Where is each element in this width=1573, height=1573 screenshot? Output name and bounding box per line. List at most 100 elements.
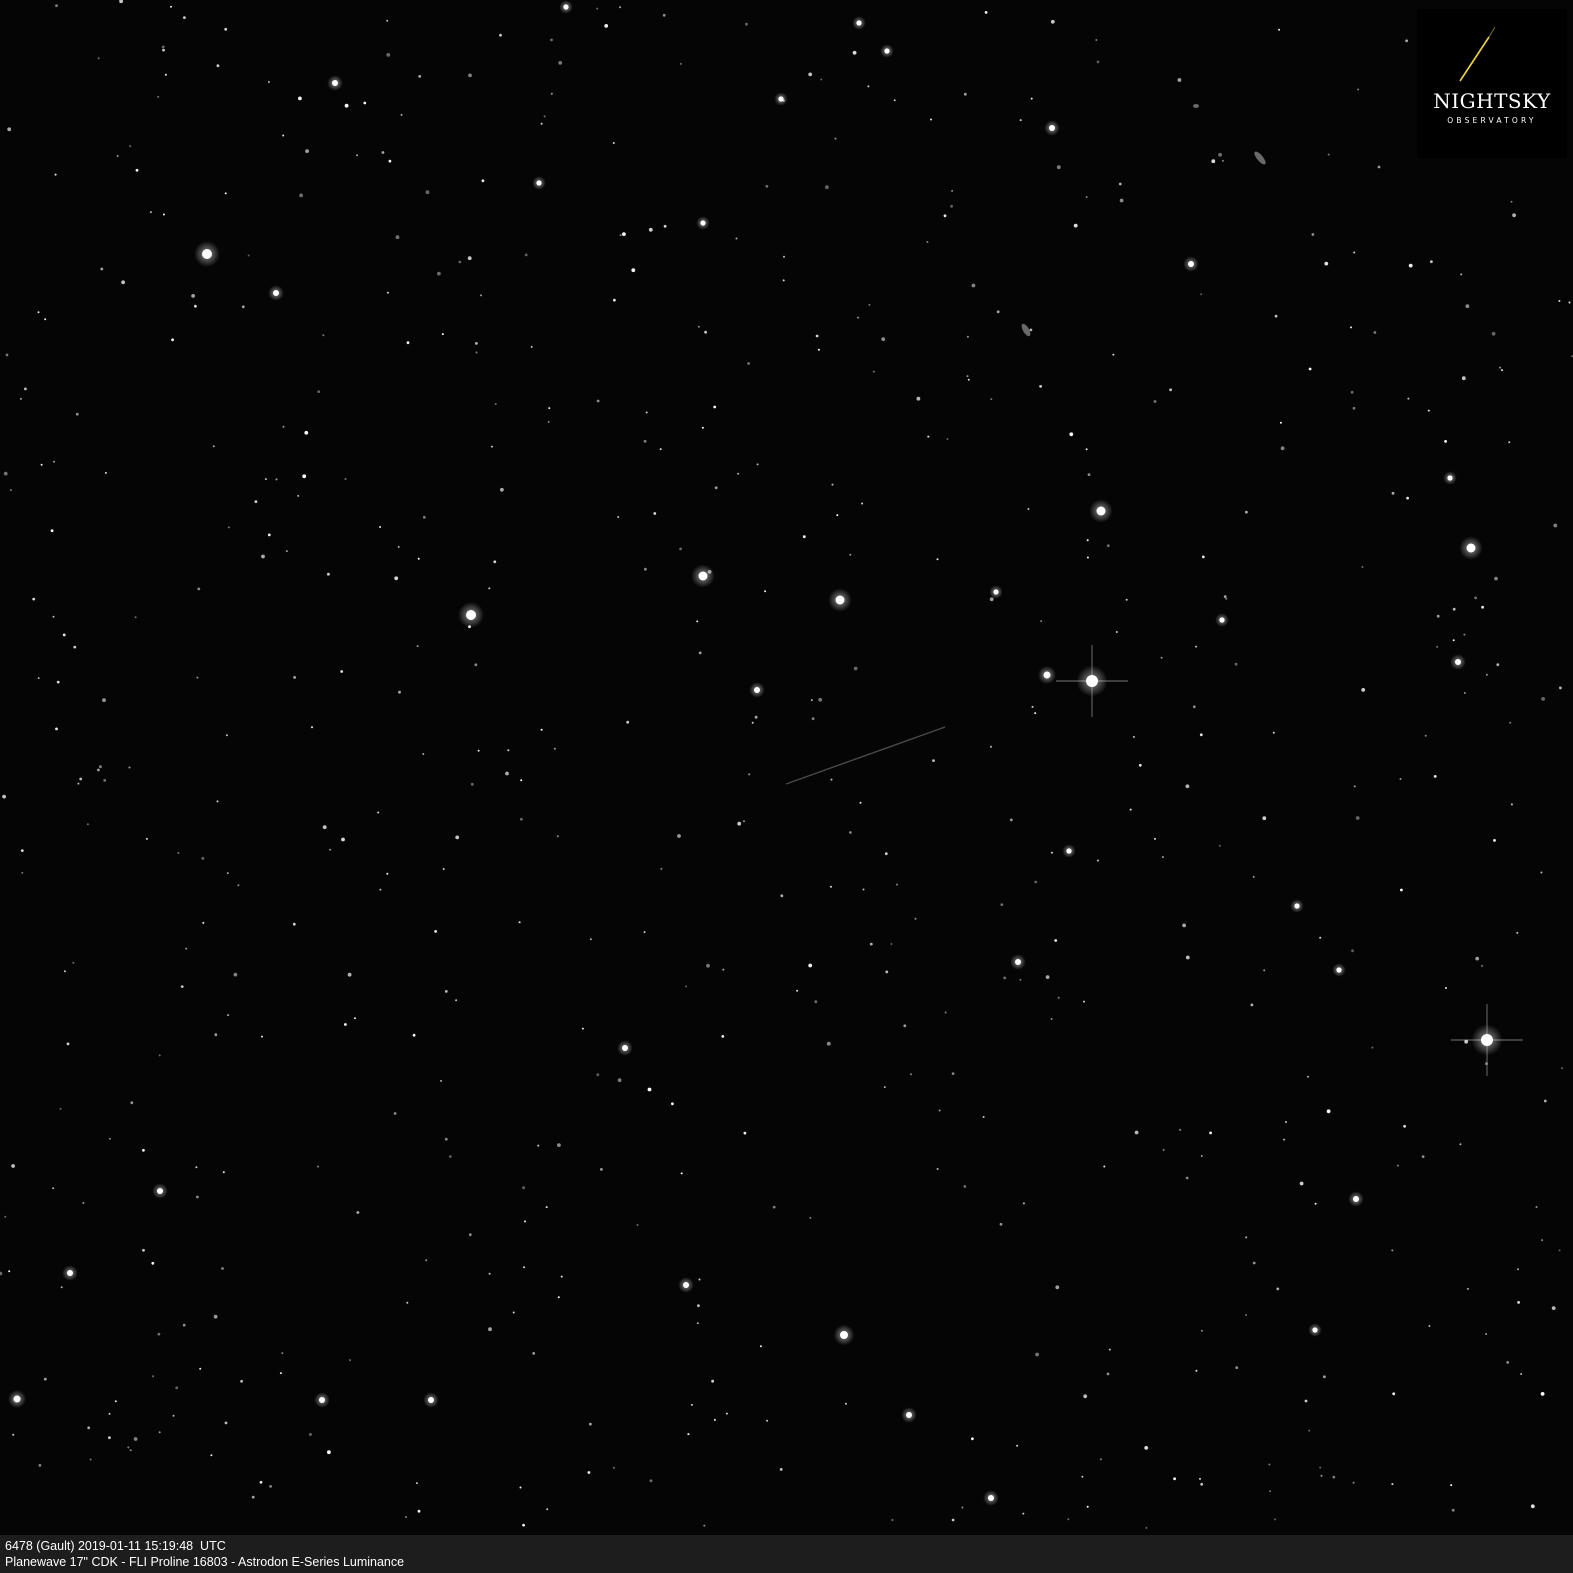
faint-star <box>417 557 420 560</box>
faint-star <box>519 1486 522 1489</box>
faint-star <box>130 1101 134 1105</box>
faint-star <box>282 425 285 428</box>
faint-star <box>1162 1148 1165 1151</box>
faint-star <box>600 1168 603 1171</box>
faint-star <box>1050 19 1055 24</box>
faint-star <box>679 547 682 551</box>
faint-star <box>297 494 300 497</box>
faint-star <box>261 1035 263 1038</box>
faint-star <box>1396 1164 1399 1167</box>
faint-star <box>356 154 359 157</box>
faint-star <box>354 1017 356 1020</box>
faint-star <box>488 587 491 590</box>
faint-star <box>648 227 653 232</box>
faint-star <box>386 872 389 875</box>
faint-star <box>1086 556 1089 559</box>
faint-star <box>782 279 785 282</box>
faint-star <box>388 159 392 163</box>
faint-star <box>1087 473 1091 476</box>
faint-star <box>1245 1236 1248 1239</box>
faint-star <box>1355 816 1360 820</box>
bright-star <box>678 1277 694 1293</box>
faint-star <box>1463 692 1466 694</box>
faint-star <box>151 1261 155 1265</box>
faint-star <box>458 260 462 264</box>
faint-star <box>714 486 718 490</box>
faint-star <box>946 438 949 440</box>
faint-star <box>422 515 426 519</box>
faint-star <box>1353 785 1356 788</box>
faint-star <box>697 1304 700 1308</box>
faint-star <box>930 118 932 121</box>
faint-star <box>1269 1490 1272 1493</box>
faint-star <box>468 1233 472 1237</box>
faint-star <box>617 1078 622 1083</box>
faint-star <box>881 337 886 341</box>
faint-star <box>971 283 976 288</box>
faint-star <box>129 1449 132 1452</box>
bright-star <box>1348 1191 1364 1207</box>
faint-star <box>1516 931 1519 934</box>
faint-star <box>480 294 482 297</box>
faint-star <box>537 1144 540 1147</box>
faint-star <box>108 1436 111 1440</box>
faint-star <box>52 615 55 618</box>
faint-star <box>1466 1287 1469 1290</box>
faint-star <box>1218 844 1221 847</box>
faint-star <box>1086 1505 1089 1508</box>
faint-star <box>951 1072 955 1075</box>
faint-star <box>520 817 523 821</box>
faint-star <box>149 211 152 214</box>
faint-star <box>896 883 898 886</box>
faint-star <box>1400 888 1403 892</box>
faint-star <box>1185 1176 1189 1180</box>
faint-star <box>1274 1518 1277 1521</box>
faint-star <box>1391 1483 1394 1486</box>
faint-star <box>103 779 107 782</box>
faint-star <box>1279 421 1282 424</box>
faint-star <box>636 1224 639 1226</box>
faint-star <box>4 1215 7 1218</box>
bright-star <box>194 241 220 267</box>
faint-star <box>53 460 55 463</box>
faint-star <box>11 1164 16 1168</box>
faint-star <box>1095 39 1098 41</box>
faint-star <box>8 1270 11 1273</box>
faint-star <box>24 387 27 391</box>
faint-star <box>475 342 478 345</box>
faint-star <box>1179 1128 1182 1131</box>
faint-star <box>853 666 858 671</box>
faint-star <box>340 670 344 673</box>
faint-star <box>417 1509 421 1513</box>
faint-star <box>444 1137 448 1141</box>
faint-star <box>660 867 663 870</box>
faint-star <box>1112 353 1115 356</box>
faint-star <box>281 1352 284 1355</box>
faint-star <box>1324 261 1329 266</box>
faint-star <box>1009 818 1013 822</box>
faint-star <box>97 768 100 772</box>
faint-star <box>950 204 953 208</box>
faint-star <box>344 478 347 480</box>
faint-star <box>852 50 857 55</box>
faint-star <box>89 1458 92 1461</box>
faint-star <box>222 1171 225 1174</box>
faint-star <box>129 145 132 148</box>
faint-star <box>347 972 352 977</box>
faint-star <box>643 931 646 934</box>
faint-star <box>861 502 864 505</box>
faint-star <box>475 351 478 354</box>
faint-star <box>1561 1067 1564 1070</box>
faint-star <box>285 550 288 553</box>
faint-star <box>1138 763 1142 767</box>
astro-image: NIGHTSKY OBSERVATORY 6478 (Gault) 2019-0… <box>0 0 1573 1573</box>
faint-star <box>743 1131 747 1135</box>
faint-star <box>520 779 523 782</box>
faint-star <box>966 335 969 338</box>
faint-star <box>820 78 823 81</box>
faint-star <box>748 773 751 776</box>
faint-star <box>703 1524 706 1527</box>
faint-star <box>604 24 609 28</box>
galaxy <box>1254 151 1266 165</box>
faint-star <box>963 92 967 96</box>
